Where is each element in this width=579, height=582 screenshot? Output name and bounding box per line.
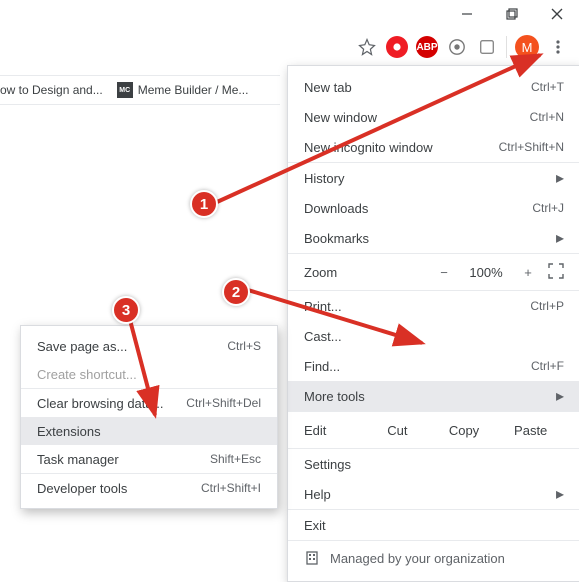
menu-item-downloads[interactable]: DownloadsCtrl+J [288,193,579,223]
menu-label: More tools [304,389,548,404]
annotation-badge-1: 1 [190,190,218,218]
extension-abp-icon[interactable]: ABP [416,36,438,58]
submenu-label: Developer tools [37,481,127,496]
zoom-in-button[interactable]: + [518,265,538,280]
chevron-right-icon: ▸ [556,168,564,188]
bookmark-label: ow to Design and... [0,83,103,97]
submenu-item-extensions[interactable]: Extensions [21,417,277,445]
submenu-item-task-manager[interactable]: Task manager Shift+Esc [21,445,277,473]
zoom-label: Zoom [304,265,424,280]
menu-item-new-tab[interactable]: New tabCtrl+T [288,72,579,102]
toolbar-divider [506,36,507,58]
extension-3-icon[interactable] [446,36,468,58]
chrome-main-menu: New tabCtrl+T New windowCtrl+N New incog… [287,65,579,582]
menu-item-edit: Edit Cut Copy Paste [288,412,579,448]
submenu-label: Extensions [37,424,101,439]
bookmark-star-icon[interactable] [356,36,378,58]
submenu-label: Save page as... [37,339,127,354]
edit-label: Edit [304,423,364,438]
menu-item-zoom: Zoom − 100% + [288,254,579,290]
extension-ublock-icon[interactable] [386,36,408,58]
menu-item-help[interactable]: Help ▸ [288,479,579,509]
menu-label: New window [304,110,530,125]
menu-item-cast[interactable]: Cast... [288,321,579,351]
submenu-item-save-page[interactable]: Save page as... Ctrl+S [21,332,277,360]
submenu-label: Create shortcut... [37,367,137,382]
menu-item-more-tools[interactable]: More tools ▸ [288,381,579,411]
menu-label: Print... [304,299,530,314]
bookmark-label: Meme Builder / Me... [138,83,249,97]
edit-cut-button[interactable]: Cut [364,423,431,438]
zoom-out-button[interactable]: − [434,265,454,280]
menu-item-exit[interactable]: Exit [288,510,579,540]
menu-item-print[interactable]: Print...Ctrl+P [288,291,579,321]
profile-avatar[interactable]: M [515,35,539,59]
menu-item-history[interactable]: History ▸ [288,163,579,193]
menu-label: Bookmarks [304,231,548,246]
menu-shortcut: Ctrl+T [531,80,564,94]
close-button[interactable] [534,0,579,28]
menu-item-find[interactable]: Find...Ctrl+F [288,351,579,381]
menu-label: Help [304,487,548,502]
menu-kebab-icon[interactable] [547,36,569,58]
submenu-label: Clear browsing data... [37,396,163,411]
menu-item-settings[interactable]: Settings [288,449,579,479]
bookmark-item[interactable]: MC Meme Builder / Me... [117,82,249,98]
submenu-shortcut: Ctrl+S [227,339,261,353]
edit-copy-button[interactable]: Copy [431,423,498,438]
annotation-badge-3: 3 [112,296,140,324]
fullscreen-icon[interactable] [548,263,564,282]
menu-shortcut: Ctrl+P [530,299,564,313]
menu-shortcut: Ctrl+N [530,110,564,124]
submenu-label: Task manager [37,452,119,467]
submenu-item-create-shortcut: Create shortcut... [21,360,277,388]
zoom-value: 100% [464,265,508,280]
menu-label: New tab [304,80,531,95]
building-icon [304,550,320,566]
menu-label: Downloads [304,201,532,216]
bookmark-item[interactable]: ow to Design and... [0,82,103,98]
favicon-icon: MC [117,82,133,98]
submenu-item-clear-data[interactable]: Clear browsing data... Ctrl+Shift+Del [21,389,277,417]
chevron-right-icon: ▸ [556,386,564,406]
extension-4-icon[interactable] [476,36,498,58]
minimize-button[interactable] [444,0,489,28]
edit-paste-button[interactable]: Paste [497,423,564,438]
more-tools-submenu: Save page as... Ctrl+S Create shortcut...… [20,325,278,509]
menu-item-bookmarks[interactable]: Bookmarks ▸ [288,223,579,253]
managed-label: Managed by your organization [330,551,505,566]
menu-item-managed[interactable]: Managed by your organization [288,541,579,575]
submenu-shortcut: Ctrl+Shift+Del [186,396,261,410]
menu-label: History [304,171,548,186]
maximize-button[interactable] [489,0,534,28]
menu-shortcut: Ctrl+F [531,359,564,373]
chevron-right-icon: ▸ [556,228,564,248]
menu-label: Exit [304,518,564,533]
submenu-item-developer-tools[interactable]: Developer tools Ctrl+Shift+I [21,474,277,502]
menu-item-new-window[interactable]: New windowCtrl+N [288,102,579,132]
menu-shortcut: Ctrl+J [532,201,564,215]
menu-shortcut: Ctrl+Shift+N [499,140,564,154]
submenu-shortcut: Shift+Esc [210,452,261,466]
menu-label: Cast... [304,329,564,344]
annotation-badge-2: 2 [222,278,250,306]
menu-label: Settings [304,457,564,472]
menu-label: Find... [304,359,531,374]
chevron-right-icon: ▸ [556,484,564,504]
bookmarks-bar: ow to Design and... MC Meme Builder / Me… [0,75,280,105]
menu-item-incognito[interactable]: New incognito windowCtrl+Shift+N [288,132,579,162]
menu-label: New incognito window [304,140,499,155]
submenu-shortcut: Ctrl+Shift+I [201,481,261,495]
window-controls [444,0,579,28]
toolbar: ABP M [356,35,569,59]
